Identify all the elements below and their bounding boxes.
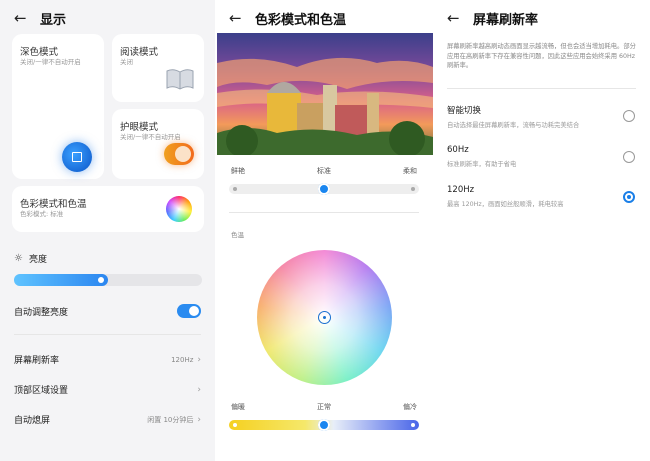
- color-wheel-icon: [166, 196, 192, 222]
- slider-tick: [233, 423, 237, 427]
- divider: [229, 212, 419, 213]
- wheel-selector[interactable]: [318, 311, 331, 324]
- color-header: ← 色彩模式和色温: [215, 6, 433, 30]
- color-temp-slider[interactable]: [229, 419, 419, 431]
- brightness-label: 亮度: [28, 255, 47, 265]
- refresh-rate-row[interactable]: 屏幕刷新率 120Hz ›: [14, 353, 201, 367]
- screen-off-label: 自动熄屏: [14, 416, 51, 426]
- radio-60hz[interactable]: [623, 151, 635, 163]
- screen-off-row[interactable]: 自动熄屏 闲置 10分钟后 ›: [14, 413, 201, 427]
- brightness-fill: [14, 274, 108, 286]
- eye-care-status: 关闭/一律不自动开启: [120, 133, 181, 141]
- refresh-rate-value: 120Hz: [171, 355, 194, 364]
- option-subtitle: 标准刷新率，有助于省电: [447, 161, 517, 168]
- dark-mode-card[interactable]: 深色模式 关闭/一律不自动开启: [12, 34, 104, 179]
- sun-icon: ☼: [14, 253, 23, 264]
- temp-section-label: 色温: [231, 231, 244, 239]
- page-title: 显示: [40, 12, 67, 28]
- color-mode-slider[interactable]: [229, 183, 419, 195]
- dark-mode-icon: [62, 142, 92, 172]
- eye-care-title: 护眼模式: [120, 122, 159, 133]
- option-subtitle: 自动选择最佳屏幕刷新率，流畅与功耗完美结合: [447, 122, 580, 129]
- option-smart-switch[interactable]: 智能切换 自动选择最佳屏幕刷新率，流畅与功耗完美结合: [447, 104, 637, 134]
- refresh-header: ← 屏幕刷新率: [433, 6, 650, 30]
- page-title: 色彩模式和色温: [255, 12, 347, 28]
- color-temp-thumb[interactable]: [318, 419, 330, 431]
- temp-label-warm[interactable]: 偏暖: [231, 402, 245, 412]
- refresh-description: 屏幕刷新率越高刷动态画面显示越流畅，但也会适当增加耗电。部分应用在高刷新率下存在…: [447, 43, 636, 69]
- screen-off-value: 闲置 10分钟后: [147, 415, 194, 424]
- slider-tick: [411, 423, 415, 427]
- auto-brightness-label: 自动调整亮度: [14, 307, 69, 318]
- option-title: 60Hz: [447, 145, 469, 155]
- slider-tick: [233, 187, 237, 191]
- dark-mode-status: 关闭/一律不自动开启: [20, 58, 81, 66]
- eye-care-card[interactable]: 护眼模式 关闭/一律不自动开启: [112, 109, 204, 179]
- option-120hz[interactable]: 120Hz 最高 120Hz，画面如丝般顺滑，耗电较高: [447, 185, 637, 215]
- reading-mode-status: 关闭: [120, 58, 133, 66]
- brightness-thumb[interactable]: [98, 277, 104, 283]
- mode-label-standard[interactable]: 标准: [317, 166, 331, 176]
- book-icon: [165, 68, 195, 90]
- display-settings-panel: ← 显示 深色模式 关闭/一律不自动开启 阅读模式 关闭 护眼模式 关闭/一律不…: [0, 0, 215, 461]
- color-mode-title: 色彩模式和色温: [20, 199, 87, 210]
- color-mode-card[interactable]: 色彩模式和色温 色彩模式: 标准: [12, 186, 204, 232]
- option-subtitle: 最高 120Hz，画面如丝般顺滑，耗电较高: [447, 201, 564, 208]
- back-arrow-icon[interactable]: ←: [229, 9, 245, 27]
- auto-brightness-row: 自动调整亮度: [14, 304, 201, 318]
- reading-mode-title: 阅读模式: [120, 47, 159, 58]
- brightness-slider[interactable]: [14, 274, 202, 286]
- mode-label-vivid[interactable]: 鲜艳: [231, 166, 245, 176]
- divider: [14, 334, 201, 335]
- option-title: 智能切换: [447, 106, 482, 116]
- temp-label-normal[interactable]: 正常: [317, 402, 331, 412]
- top-area-row[interactable]: 顶部区域设置 ›: [14, 383, 201, 397]
- color-temperature-wheel[interactable]: [257, 250, 392, 385]
- chevron-right-icon: ›: [197, 354, 201, 365]
- chevron-right-icon: ›: [197, 384, 201, 395]
- refresh-rate-label: 屏幕刷新率: [14, 356, 60, 366]
- radio-smart-switch[interactable]: [623, 110, 635, 122]
- preview-image: [217, 33, 433, 155]
- refresh-rate-panel: ← 屏幕刷新率 屏幕刷新率越高刷动态画面显示越流畅，但也会适当增加耗电。部分应用…: [433, 0, 650, 461]
- back-arrow-icon[interactable]: ←: [447, 9, 463, 27]
- color-mode-status: 色彩模式: 标准: [20, 210, 64, 218]
- top-area-label: 顶部区域设置: [14, 386, 69, 396]
- chevron-right-icon: ›: [197, 414, 201, 425]
- option-60hz[interactable]: 60Hz 标准刷新率，有助于省电: [447, 145, 637, 175]
- back-arrow-icon[interactable]: ←: [14, 9, 30, 27]
- divider: [447, 88, 636, 89]
- display-header: ← 显示: [0, 6, 215, 30]
- option-title: 120Hz: [447, 185, 475, 195]
- dark-mode-title: 深色模式: [20, 47, 59, 58]
- mode-label-soft[interactable]: 柔和: [403, 166, 417, 176]
- radio-120hz[interactable]: [623, 191, 635, 203]
- brightness-row: ☼ 亮度: [14, 252, 201, 265]
- reading-mode-card[interactable]: 阅读模式 关闭: [112, 34, 204, 102]
- color-mode-thumb[interactable]: [318, 183, 330, 195]
- color-mode-panel: ← 色彩模式和色温 鲜艳 标准 柔和 色温 偏暖 正常 偏冷: [215, 0, 433, 461]
- auto-brightness-toggle[interactable]: [177, 304, 201, 318]
- slider-tick: [411, 187, 415, 191]
- temp-label-cool[interactable]: 偏冷: [403, 402, 417, 412]
- eye-care-icon: [164, 143, 194, 165]
- page-title: 屏幕刷新率: [473, 12, 539, 28]
